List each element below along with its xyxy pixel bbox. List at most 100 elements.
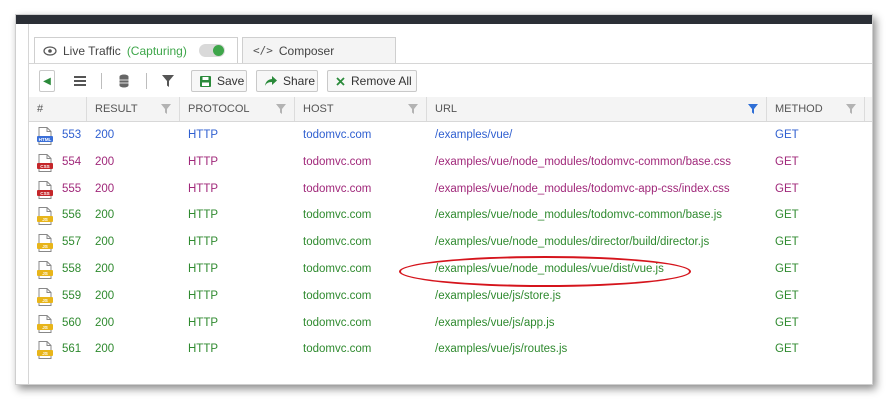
app-window: Live Traffic (Capturing) </> Composer ◀ [15, 14, 873, 385]
remove-all-label: Remove All [351, 74, 412, 88]
table-row[interactable]: CSS 555 200 HTTP todomvc.com/examples/vue/no… [29, 176, 872, 203]
capture-toggle[interactable] [199, 44, 225, 57]
row-protocol: HTTP [188, 316, 219, 329]
table-row[interactable]: JS 561 200 HTTP todomvc.com/examples/vue/js/… [29, 336, 872, 363]
row-result: 200 [95, 236, 115, 249]
column-protocol-label: PROTOCOL [188, 103, 250, 115]
row-result: 200 [95, 343, 115, 356]
row-number: 560 [62, 316, 82, 329]
row-result: 200 [95, 263, 115, 275]
table-row[interactable]: JS 560 200 HTTP todomvc.com/examples/vue/js/… [29, 310, 872, 337]
file-type-label: JS [42, 298, 48, 303]
row-method: GET [775, 209, 799, 222]
js-file-icon: JS [37, 287, 53, 306]
file-type-label: CSS [40, 164, 49, 169]
tab-live-traffic[interactable]: Live Traffic (Capturing) [34, 37, 238, 64]
row-number: 553 [62, 129, 82, 141]
row-host: todomvc.com [303, 236, 372, 249]
row-result: 200 [95, 316, 115, 329]
file-type-label: JS [42, 217, 48, 222]
row-method: GET [775, 289, 799, 302]
row-host: todomvc.com [303, 316, 372, 329]
highlight-ellipse [399, 256, 691, 287]
row-number: 557 [62, 236, 82, 249]
table-row[interactable]: HTML 553 200 HTTP todomvc.com/examples/vue/G… [29, 122, 872, 149]
row-method: GET [775, 316, 799, 329]
menu-icon[interactable] [74, 76, 86, 88]
capturing-status: (Capturing) [126, 44, 187, 58]
table-row[interactable]: JS 559 200 HTTP todomvc.com/examples/vue/js/… [29, 283, 872, 310]
row-number: 559 [62, 289, 82, 302]
row-host: todomvc.com [303, 182, 372, 195]
file-type-label: HTML [39, 137, 52, 142]
column-host-label: HOST [303, 103, 334, 115]
column-number-label: # [37, 103, 44, 115]
filter-icon[interactable] [408, 104, 418, 114]
column-header-protocol[interactable]: PROTOCOL [180, 97, 295, 121]
column-header-host[interactable]: HOST [295, 97, 427, 121]
filter-icon[interactable] [276, 104, 286, 114]
row-protocol: HTTP [188, 182, 219, 195]
table-row[interactable]: JS 556 200 HTTP todomvc.com/examples/vue/nod… [29, 202, 872, 229]
file-type-label: JS [42, 271, 48, 276]
close-icon [336, 76, 345, 86]
filter-active-icon[interactable] [748, 104, 758, 114]
js-file-icon: JS [37, 207, 53, 226]
row-number: 561 [62, 343, 82, 356]
row-method: GET [775, 129, 799, 141]
js-file-icon: JS [37, 261, 53, 279]
title-bar [16, 15, 872, 24]
js-file-icon: JS [37, 234, 53, 253]
save-label: Save [217, 74, 245, 88]
row-result: 200 [95, 289, 115, 302]
share-button[interactable]: Share [256, 70, 318, 92]
row-method: GET [775, 155, 799, 168]
database-icon[interactable] [119, 74, 129, 88]
toolbar-separator [101, 73, 102, 89]
column-header-number[interactable]: # [29, 97, 87, 121]
row-number: 554 [62, 155, 82, 168]
toolbar-separator [146, 73, 147, 89]
row-protocol: HTTP [188, 155, 219, 168]
row-host: todomvc.com [303, 289, 372, 302]
remove-all-button[interactable]: Remove All [327, 70, 417, 92]
css-file-icon: CSS [37, 180, 53, 199]
filter-icon[interactable] [162, 75, 174, 87]
row-result: 200 [95, 155, 115, 168]
column-header-url[interactable]: URL [427, 97, 767, 121]
row-host: todomvc.com [303, 155, 372, 168]
table-row[interactable]: JS 557 200 HTTP todomvc.com/examples/vue/nod… [29, 229, 872, 256]
file-type-label: JS [42, 325, 48, 330]
column-result-label: RESULT [95, 103, 138, 115]
js-file-icon: JS [37, 341, 53, 360]
row-url: /examples/vue/node_modules/todomvc-commo… [435, 155, 731, 168]
row-method: GET [775, 182, 799, 195]
code-icon: </> [253, 44, 273, 57]
row-url: /examples/vue/js/routes.js [435, 343, 568, 356]
save-button[interactable]: Save [191, 70, 247, 92]
row-url: /examples/vue/node_modules/director/buil… [435, 236, 710, 249]
tab-composer[interactable]: </> Composer [242, 37, 396, 63]
row-method: GET [775, 343, 799, 356]
row-protocol: HTTP [188, 209, 219, 222]
filter-icon[interactable] [161, 104, 171, 114]
row-number: 558 [62, 263, 82, 275]
row-protocol: HTTP [188, 129, 219, 141]
column-header-method[interactable]: METHOD [767, 97, 865, 121]
collapse-button[interactable]: ◀ [39, 70, 55, 92]
toggle-knob [213, 45, 224, 56]
row-protocol: HTTP [188, 343, 219, 356]
table-row[interactable]: CSS 554 200 HTTP todomvc.com/examples/vue/no… [29, 149, 872, 176]
row-host: todomvc.com [303, 263, 372, 275]
row-url: /examples/vue/js/app.js [435, 316, 555, 329]
column-header-result[interactable]: RESULT [87, 97, 180, 121]
row-host: todomvc.com [303, 129, 372, 141]
save-icon [200, 75, 211, 87]
chevron-left-icon: ◀ [43, 75, 51, 87]
filter-icon[interactable] [846, 104, 856, 114]
file-type-label: JS [42, 351, 48, 356]
html-file-icon: HTML [37, 127, 53, 145]
row-host: todomvc.com [303, 209, 372, 222]
row-result: 200 [95, 182, 115, 195]
row-protocol: HTTP [188, 263, 219, 275]
